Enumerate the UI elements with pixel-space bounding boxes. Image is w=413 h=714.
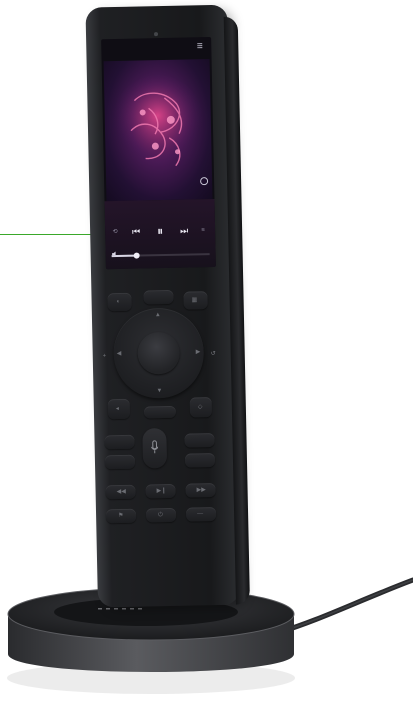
menu-icon[interactable] bbox=[196, 42, 203, 49]
menu-key-icon: ▦ bbox=[191, 297, 198, 304]
queue-icon[interactable]: ≡ bbox=[197, 221, 209, 239]
key-mid-center[interactable] bbox=[143, 405, 177, 419]
key-top-left[interactable]: ◐ bbox=[107, 292, 132, 312]
repeat-icon[interactable]: ⟲ bbox=[109, 223, 121, 241]
guide-icon: ◇ bbox=[197, 404, 203, 411]
bottom-right-button[interactable]: — bbox=[185, 506, 217, 522]
power-icon: ◐ bbox=[116, 298, 121, 306]
front-sensor bbox=[153, 32, 159, 37]
album-art-graphic bbox=[112, 75, 203, 167]
bottom-left-button[interactable]: ⚑ bbox=[105, 508, 137, 524]
touchscreen-remote: ⟲ ⏮ ⏸ ⏭ ≡ ◐ ▦ ▲ ▼ ◀ ▶ + ↺ ◂ ◇ ◀◀ ▶❙ ▶▶ ⚑… bbox=[85, 4, 250, 608]
screen-status-bar bbox=[101, 37, 211, 59]
mute-icon: ◂ bbox=[115, 406, 119, 413]
album-art bbox=[103, 59, 213, 202]
play-pause-icon: ▶❙ bbox=[156, 488, 167, 495]
remote-screen: ⟲ ⏮ ⏸ ⏭ ≡ bbox=[101, 36, 216, 270]
progress-knob[interactable] bbox=[133, 252, 140, 259]
next-icon[interactable]: ⏭ bbox=[175, 221, 193, 239]
power-bottom-icon: ⏻ bbox=[158, 512, 163, 519]
rewind-button[interactable]: ◀◀ bbox=[105, 484, 136, 500]
now-playing-panel: ⟲ ⏮ ⏸ ⏭ ≡ bbox=[104, 198, 216, 270]
fast-forward-icon: ▶▶ bbox=[196, 487, 206, 494]
plus-icon[interactable]: + bbox=[103, 353, 107, 359]
flag-icon: ⚑ bbox=[118, 512, 124, 520]
back-icon[interactable]: ↺ bbox=[211, 351, 216, 357]
pause-icon[interactable]: ⏸ bbox=[149, 222, 171, 240]
microphone-icon bbox=[151, 440, 159, 454]
microphone-button[interactable] bbox=[142, 428, 168, 469]
key-row1-right[interactable] bbox=[184, 433, 215, 448]
track-title bbox=[105, 205, 215, 207]
dpad-left-icon[interactable]: ◀ bbox=[117, 351, 122, 357]
dash-icon: — bbox=[197, 511, 204, 518]
product-photo: ⟲ ⏮ ⏸ ⏭ ≡ ◐ ▦ ▲ ▼ ◀ ▶ + ↺ ◂ ◇ ◀◀ ▶❙ ▶▶ ⚑… bbox=[0, 0, 413, 714]
key-row2-left[interactable] bbox=[104, 454, 136, 470]
key-row1-left[interactable] bbox=[104, 434, 135, 450]
key-top-right[interactable]: ▦ bbox=[183, 291, 208, 310]
bottom-center-button[interactable]: ⏻ bbox=[145, 507, 177, 523]
screen-header-title bbox=[101, 42, 211, 44]
key-mid-left[interactable]: ◂ bbox=[107, 398, 131, 420]
key-mid-right[interactable]: ◇ bbox=[189, 397, 213, 418]
progress-fill bbox=[111, 254, 137, 258]
key-top-center[interactable] bbox=[143, 289, 174, 305]
remote-side-edge bbox=[223, 16, 250, 605]
play-pause-button[interactable]: ▶❙ bbox=[145, 483, 176, 499]
progress-track[interactable] bbox=[111, 252, 210, 259]
playback-controls: ⟲ ⏮ ⏸ ⏭ ≡ bbox=[105, 221, 215, 241]
fast-forward-button[interactable]: ▶▶ bbox=[185, 483, 216, 498]
track-artist bbox=[105, 212, 215, 214]
dpad-up-icon[interactable]: ▲ bbox=[155, 312, 161, 318]
dpad-down-icon[interactable]: ▼ bbox=[156, 388, 162, 394]
rewind-icon: ◀◀ bbox=[116, 488, 126, 496]
dpad-right-icon[interactable]: ▶ bbox=[196, 349, 201, 355]
previous-icon[interactable]: ⏮ bbox=[127, 222, 145, 240]
key-row2-right[interactable] bbox=[184, 453, 216, 468]
